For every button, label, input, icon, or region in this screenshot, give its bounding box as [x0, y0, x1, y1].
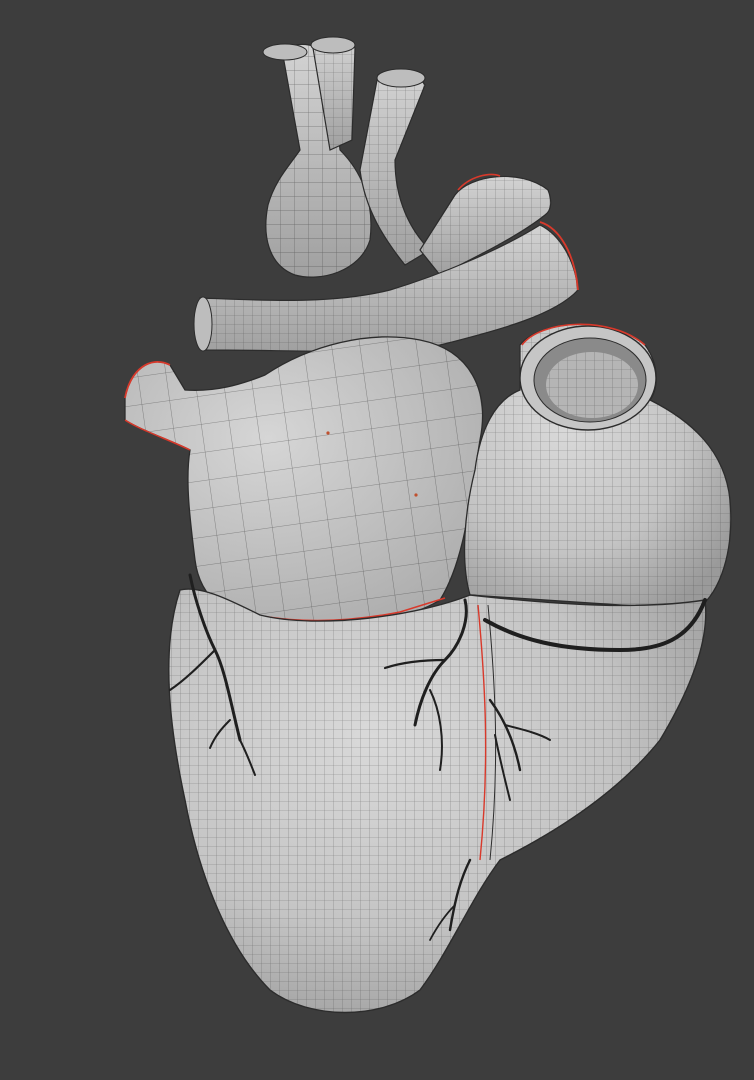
- mesh-vertex-marker: [414, 493, 418, 497]
- upper-vessels: [262, 36, 431, 278]
- aorta: [463, 323, 732, 611]
- mesh-vertex-marker: [326, 431, 330, 435]
- heart-model-render: [124, 36, 732, 1014]
- atrium: [124, 336, 484, 628]
- 3d-viewport[interactable]: [0, 0, 754, 1080]
- ventricles: [168, 588, 707, 1014]
